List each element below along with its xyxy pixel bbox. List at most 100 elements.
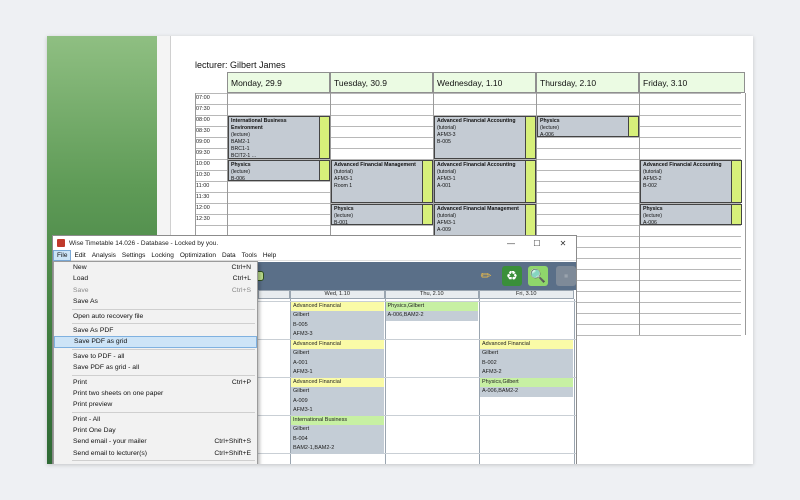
menu-item-save-as[interactable]: Save As <box>54 296 257 307</box>
menu-separator <box>72 460 255 462</box>
grid-event-title: Advanced Financial <box>291 378 384 387</box>
save-disk-button[interactable]: ▪ <box>556 266 576 286</box>
pencil-button[interactable]: ✏ <box>476 266 496 286</box>
pdf-day-header: Tuesday, 30.9 <box>330 72 433 93</box>
grid-event-line: A-009 <box>291 396 384 406</box>
grid-event-block[interactable]: International Business Gilbert B-004 BAM2-1… <box>291 416 384 454</box>
pdf-event-color-bar <box>525 205 535 235</box>
pdf-event-line: (tutorial) <box>437 124 457 131</box>
recycle-icon: ♻ <box>506 268 518 283</box>
pdf-event-line: (lecture) <box>540 124 560 131</box>
pdf-time-label: 11:00 <box>196 183 210 189</box>
toolbar: ✏ ♻ 🔍 ▪ <box>254 262 576 290</box>
menu-item-send-email-your-mailer[interactable]: Send email - your mailer Ctrl+Shift+S <box>54 436 257 447</box>
pdf-event-title: Advanced Financial Management <box>334 162 416 168</box>
menu-item-label: Save <box>73 286 89 294</box>
grid-event-line: B-004 <box>291 434 384 444</box>
maximize-button[interactable]: ☐ <box>524 236 550 250</box>
pdf-event-title: Physics <box>540 118 560 124</box>
pdf-time-label: 12:00 <box>196 205 210 211</box>
menu-item-shortcut: Ctrl+N <box>231 264 251 271</box>
pdf-time-label: 11:30 <box>196 194 210 200</box>
grid-col-line <box>573 299 575 464</box>
pdf-row-line <box>195 104 741 105</box>
close-button[interactable]: ✕ <box>550 236 576 250</box>
grid-event-line: Gilbert <box>480 349 573 359</box>
menu-separator <box>72 322 255 324</box>
pdf-time-label: 09:00 <box>196 139 210 145</box>
menu-item-shortcut: Ctrl+P <box>231 378 251 386</box>
timetable-grid[interactable]: Wed, 1.10 Thu, 2.10 Fri, 3.10 Advanced Fina… <box>258 290 576 464</box>
recycle-button[interactable]: ♻ <box>502 266 522 286</box>
menu-item-save-pdf-as-grid-all[interactable]: Save PDF as grid - all <box>54 362 257 373</box>
pdf-day-header: Thursday, 2.10 <box>536 72 639 93</box>
pdf-event-color-bar <box>731 161 741 202</box>
file-menu-dropdown: New Ctrl+N Load Ctrl+L Save Ctrl+S Save As Open… <box>53 261 258 464</box>
grid-event-block[interactable]: Physics,Gilbert A-006,BAM2-2 <box>480 378 573 397</box>
app-icon <box>57 239 65 247</box>
pdf-event-line: A-001 <box>437 182 451 189</box>
pdf-event-block: Advanced Financial Management (tutorial) A… <box>331 160 433 203</box>
pdf-day-header: Monday, 29.9 <box>227 72 330 93</box>
grid-event-line: A-006,BAM2-2 <box>385 311 478 321</box>
menu-item-print-two-sheets-on-one-paper[interactable]: Print two sheets on one paper <box>54 388 257 399</box>
pdf-event-block: Advanced Financial Accounting (tutorial) A… <box>434 160 536 203</box>
pdf-event-line: B-006 <box>231 175 245 181</box>
grid-event-block[interactable]: Advanced Financial Gilbert B-002 AFM3-2 <box>480 340 573 378</box>
menu-item-print-preview[interactable]: Print preview <box>54 399 257 410</box>
pdf-event-block: Physics (lecture) B-001 <box>331 204 433 225</box>
menu-separator <box>72 348 255 350</box>
menu-item-label: Load <box>73 275 89 283</box>
menu-locking[interactable]: Locking <box>148 250 176 261</box>
grid-event-block[interactable]: Physics,Gilbert A-006,BAM2-2 <box>385 302 478 321</box>
pdf-event-color-bar <box>525 117 535 158</box>
pdf-event-line: (lecture) <box>643 212 663 219</box>
grid-day-header: Fri, 3.10 <box>479 290 574 299</box>
pdf-time-label: 10:00 <box>196 161 210 167</box>
menu-item-label: Save PDF as grid - all <box>73 364 140 372</box>
menu-tools[interactable]: Tools <box>239 250 260 261</box>
menu-item-save-as-pdf[interactable]: Save As PDF <box>54 325 257 336</box>
grid-event-block[interactable]: Advanced Financial Gilbert A-009 AFM3-1 <box>291 378 384 416</box>
menu-item-shortcut: Ctrl+S <box>231 286 251 294</box>
menu-item-open-auto-recovery-file[interactable]: Open auto recovery file <box>54 311 257 322</box>
menu-edit[interactable]: Edit <box>71 250 88 261</box>
grid-event-block[interactable]: Advanced Financial Gilbert B-005 AFM3-3 <box>291 302 384 340</box>
grid-event-line: AFM3-2 <box>480 368 573 378</box>
menu-item-print-one-day[interactable]: Print One Day <box>54 425 257 436</box>
menu-item-label: Print two sheets on one paper <box>73 389 164 397</box>
pdf-event-block: Advanced Financial Accounting (tutorial) A… <box>434 116 536 159</box>
menu-item-save-pdf-as-grid[interactable]: Save PDF as grid <box>54 336 257 348</box>
pdf-time-label: 10:30 <box>196 172 210 178</box>
menu-item-label: Print <box>73 378 87 386</box>
pdf-event-line: A-006 <box>540 131 554 137</box>
grid-event-line: Gilbert <box>291 311 384 321</box>
menu-item-label: Save As PDF <box>73 326 114 334</box>
menu-settings[interactable]: Settings <box>119 250 149 261</box>
menu-item-database[interactable]: DatabaseCtrl+1 <box>54 462 257 464</box>
window-title: Wise Timetable 14.026 - Database - Locke… <box>69 239 219 247</box>
menu-item-new[interactable]: New Ctrl+N <box>54 262 257 273</box>
menu-item-label: Print One Day <box>73 427 116 435</box>
menu-item-label: Print - All <box>73 415 101 423</box>
pdf-event-block: Advanced Financial Management (tutorial) A… <box>434 204 536 236</box>
menu-item-send-email-to-lecturer-s[interactable]: Send email to lecturer(s) Ctrl+Shift+E <box>54 448 257 459</box>
menu-item-save-to-pdf-all[interactable]: Save to PDF - all <box>54 351 257 362</box>
pdf-event-title: Advanced Financial Accounting <box>643 162 722 168</box>
menu-item-print[interactable]: Print Ctrl+P <box>54 377 257 388</box>
grid-event-block[interactable]: Advanced Financial Gilbert A-001 AFM3-1 <box>291 340 384 378</box>
grid-event-line: AFM3-1 <box>291 368 384 378</box>
menu-file[interactable]: File <box>53 249 72 261</box>
menu-item-print-all[interactable]: Print - All <box>54 414 257 425</box>
grid-event-line: A-006,BAM2-2 <box>480 387 573 397</box>
menu-item-load[interactable]: Load Ctrl+L <box>54 273 257 284</box>
menu-item-label: Save PDF as grid <box>74 338 128 346</box>
minimize-button[interactable]: — <box>498 236 524 250</box>
menu-help[interactable]: Help <box>260 250 279 261</box>
menu-analysis[interactable]: Analysis <box>89 250 119 261</box>
pencil-icon: ✏ <box>480 268 492 283</box>
magnifier-button[interactable]: 🔍 <box>528 266 548 286</box>
menu-item-label: Open auto recovery file <box>73 312 144 320</box>
menu-optimization[interactable]: Optimization <box>177 250 219 261</box>
menu-data[interactable]: Data <box>219 250 239 261</box>
